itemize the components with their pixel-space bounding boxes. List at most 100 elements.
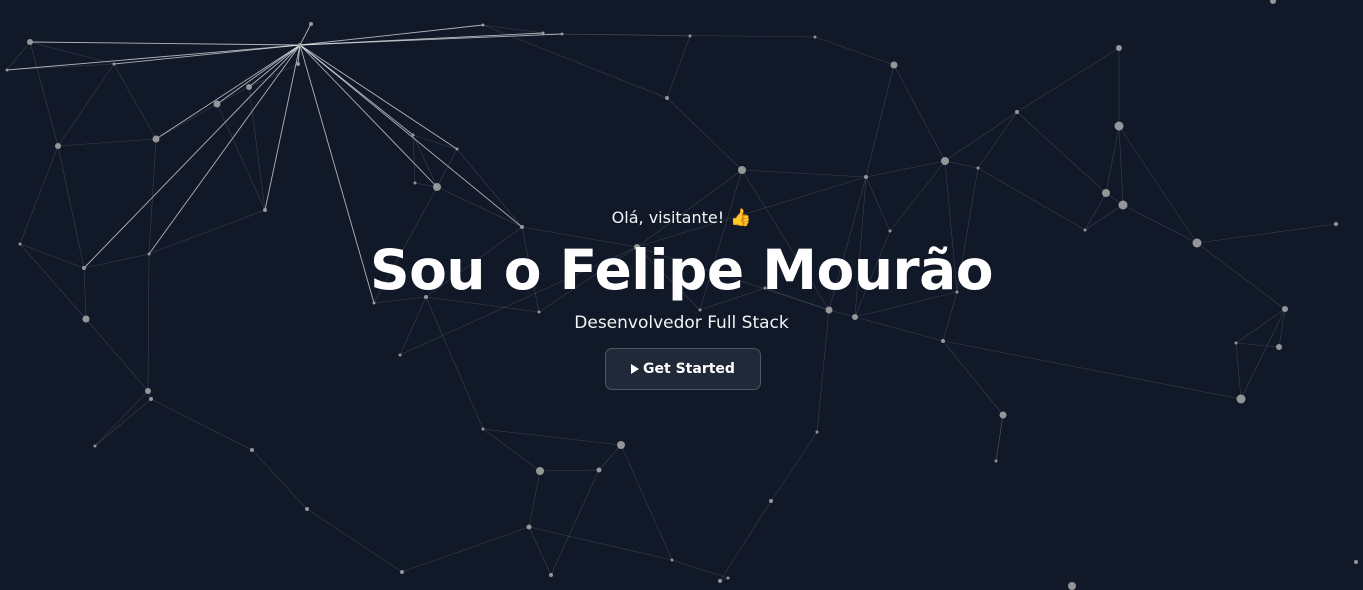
network-link: [155, 103, 218, 140]
network-link: [436, 148, 458, 188]
network-node: [888, 229, 892, 233]
network-link: [854, 230, 891, 318]
network-node: [813, 35, 817, 39]
network-node: [298, 43, 302, 47]
network-node: [665, 96, 669, 100]
network-link: [636, 169, 743, 248]
network-node: [526, 524, 532, 530]
network-link: [1235, 342, 1280, 348]
network-link: [6, 41, 31, 71]
network-node: [5, 68, 9, 72]
network-node: [1068, 582, 1076, 590]
network-link: [1084, 192, 1107, 231]
network-link: [436, 186, 523, 228]
network-link: [854, 291, 958, 318]
network-link: [636, 246, 830, 311]
network-node: [455, 147, 459, 151]
network-node: [1234, 341, 1238, 345]
network-node: [1114, 121, 1124, 131]
network-node: [617, 441, 625, 449]
network-link: [865, 160, 946, 178]
network-link: [19, 243, 87, 320]
network-node: [1116, 45, 1122, 51]
network-link: [412, 134, 458, 150]
network-node: [93, 444, 97, 448]
network-node: [852, 314, 858, 320]
network-link: [148, 138, 157, 255]
network-link: [1196, 223, 1337, 244]
network-node: [1102, 189, 1110, 197]
network-node: [305, 507, 309, 511]
network-node: [27, 39, 33, 45]
network-node: [263, 208, 267, 212]
network-link: [216, 86, 250, 105]
network-node: [481, 427, 485, 431]
network-node: [372, 301, 376, 305]
network-node: [1118, 200, 1128, 210]
network-link: [57, 145, 85, 269]
network-node: [400, 570, 404, 574]
network-link: [85, 318, 149, 392]
network-node: [718, 579, 722, 583]
network-link: [425, 296, 484, 430]
network-link: [893, 64, 946, 162]
network-node: [541, 31, 545, 35]
network-link: [94, 390, 149, 447]
network-node: [955, 290, 959, 294]
network-node: [941, 339, 945, 343]
network-link: [57, 138, 157, 147]
network-link: [299, 32, 544, 46]
network-link: [19, 243, 85, 269]
network-link: [636, 246, 701, 311]
network-link: [816, 309, 830, 433]
network-link: [699, 287, 766, 311]
network-node: [1354, 560, 1358, 564]
network-link: [216, 44, 301, 105]
network-link: [528, 526, 552, 576]
network-node: [309, 22, 313, 26]
network-node: [1015, 110, 1019, 114]
network-link: [550, 469, 600, 576]
network-link: [854, 316, 944, 342]
network-link: [865, 176, 891, 232]
get-started-button[interactable]: Get Started: [605, 348, 761, 390]
network-link: [889, 160, 946, 232]
network-node: [726, 576, 730, 580]
network-link: [620, 444, 673, 561]
network-link: [29, 41, 59, 147]
network-link: [29, 41, 301, 46]
network-link: [539, 469, 600, 472]
network-node: [560, 32, 564, 36]
network-link: [1084, 204, 1124, 231]
network-link: [671, 559, 729, 579]
network-node: [55, 143, 61, 149]
network-link: [148, 209, 266, 255]
network-link: [741, 169, 867, 178]
network-link: [373, 296, 427, 304]
network-node: [688, 34, 692, 38]
network-link: [521, 226, 540, 313]
network-link: [942, 291, 958, 342]
network-node: [296, 62, 300, 66]
network-node: [815, 430, 819, 434]
network-node: [18, 242, 22, 246]
network-link: [741, 169, 830, 311]
network-node: [413, 181, 417, 185]
network-node: [149, 397, 153, 401]
network-node: [994, 459, 998, 463]
network-link: [1016, 47, 1120, 113]
network-node: [738, 166, 746, 174]
network-node: [1192, 238, 1202, 248]
network-link: [482, 24, 544, 34]
network-node: [941, 157, 949, 165]
network-link: [719, 500, 772, 582]
network-link: [299, 44, 458, 150]
network-node: [825, 306, 833, 314]
network-link: [216, 103, 266, 211]
network-link: [528, 470, 541, 528]
network-node: [213, 100, 221, 108]
network-link: [155, 44, 301, 140]
network-link: [399, 246, 638, 356]
get-started-label: Get Started: [643, 361, 735, 377]
network-node: [250, 448, 254, 452]
